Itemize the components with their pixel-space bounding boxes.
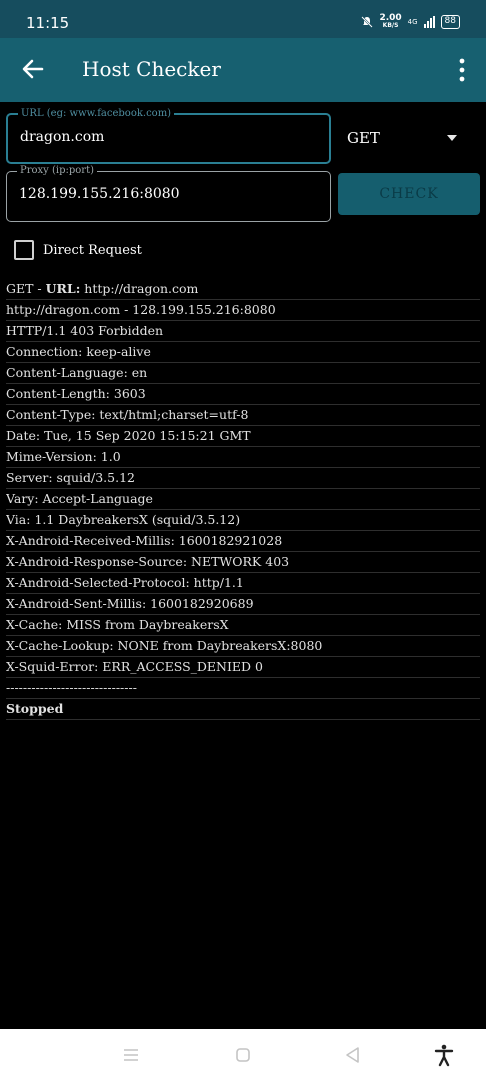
log-line: X-Android-Received-Millis: 1600182921028 [6, 531, 480, 552]
response-log: GET - URL: http://dragon.com http://drag… [6, 279, 480, 720]
log-line: HTTP/1.1 403 Forbidden [6, 321, 480, 342]
log-line: GET - URL: http://dragon.com [6, 279, 480, 300]
status-icons: 2.00 KB/S 4G 88 [361, 14, 460, 30]
method-value: GET [347, 129, 380, 147]
log-line: X-Android-Response-Source: NETWORK 403 [6, 552, 480, 573]
log-line: Content-Language: en [6, 363, 480, 384]
network-speed: 2.00 KB/S [379, 13, 402, 30]
status-time: 11:15 [26, 14, 70, 32]
log-line: X-Squid-Error: ERR_ACCESS_DENIED 0 [6, 657, 480, 678]
log-line: X-Android-Selected-Protocol: http/1.1 [6, 573, 480, 594]
log-line: Stopped [6, 699, 480, 720]
log-line: Vary: Accept-Language [6, 489, 480, 510]
log-line: Connection: keep-alive [6, 342, 480, 363]
chevron-down-icon [447, 135, 457, 141]
proxy-input[interactable] [19, 186, 309, 202]
direct-request-row[interactable]: Direct Request [14, 240, 142, 260]
home-icon[interactable] [231, 1043, 255, 1067]
direct-request-label: Direct Request [43, 242, 142, 258]
log-line: X-Android-Sent-Millis: 1600182920689 [6, 594, 480, 615]
page-title: Host Checker [82, 57, 221, 81]
log-line: Via: 1.1 DaybreakersX (squid/3.5.12) [6, 510, 480, 531]
log-line: Content-Length: 3603 [6, 384, 480, 405]
url-field[interactable]: URL (eg: www.facebook.com) [6, 107, 331, 164]
status-bar: 11:15 2.00 KB/S 4G 88 [0, 0, 486, 38]
log-line: Server: squid/3.5.12 [6, 468, 480, 489]
proxy-label: Proxy (ip:port) [17, 164, 97, 178]
log-line: Mime-Version: 1.0 [6, 447, 480, 468]
method-select[interactable]: GET [347, 124, 465, 154]
signal-icon [423, 16, 435, 28]
direct-request-checkbox[interactable] [14, 240, 34, 260]
bell-muted-icon [361, 16, 374, 28]
log-line: Date: Tue, 15 Sep 2020 15:15:21 GMT [6, 426, 480, 447]
menu-icon[interactable] [119, 1043, 143, 1067]
log-line: Content-Type: text/html;charset=utf-8 [6, 405, 480, 426]
more-vertical-icon[interactable] [458, 58, 466, 82]
battery-icon: 88 [440, 15, 460, 29]
url-input[interactable] [20, 129, 310, 145]
navigation-bar [0, 1029, 486, 1080]
back-triangle-icon[interactable] [341, 1043, 365, 1067]
accessibility-icon[interactable] [432, 1043, 456, 1067]
proxy-field[interactable]: Proxy (ip:port) [6, 164, 331, 222]
network-type: 4G [407, 18, 418, 26]
arrow-left-icon[interactable] [20, 56, 46, 82]
app-bar: Host Checker [0, 38, 486, 102]
check-button[interactable]: CHECK [338, 173, 480, 215]
url-label: URL (eg: www.facebook.com) [18, 107, 175, 121]
log-line: http://dragon.com - 128.199.155.216:8080 [6, 300, 480, 321]
log-line: X-Cache: MISS from DaybreakersX [6, 615, 480, 636]
log-line: ------------------------------- [6, 678, 480, 699]
log-line: X-Cache-Lookup: NONE from DaybreakersX:8… [6, 636, 480, 657]
